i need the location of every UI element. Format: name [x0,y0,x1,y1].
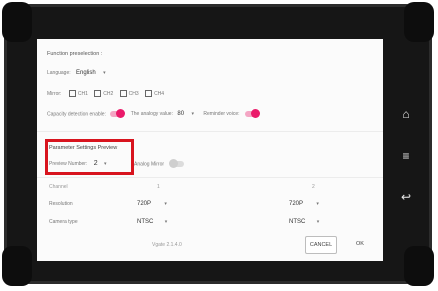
mirror-ch1-checkbox[interactable]: CH1 [68,90,88,97]
corner-bumper [2,246,32,286]
section-title-preselection: Function preselection : [47,51,103,57]
highlight-box [45,139,134,175]
chevron-down-icon[interactable]: ▾ [103,70,106,76]
toggle-knob [169,159,179,168]
corner-bumper [2,2,32,42]
mirror-ch4-checkbox[interactable]: CH4 [145,90,164,97]
tablet-frame: Function preselection : Language: Englis… [2,2,434,286]
version-text: Vgate 2.1.4.0 [152,242,182,248]
divider [37,177,383,178]
analog-mirror-label: Analog Mirror [134,161,165,168]
back-icon[interactable]: ↩ [396,190,416,204]
camera-type-select-2[interactable]: NTSC ▾ [289,219,319,225]
toggle-knob [116,109,126,118]
analog-mirror-row: Analog Mirror [134,159,185,168]
mirror-ch3-checkbox[interactable]: CH3 [119,90,139,97]
capacity-toggle[interactable] [110,109,126,118]
low-voltage-select[interactable]: 80 [177,111,184,117]
home-icon[interactable]: ⌂ [396,107,416,121]
reminder-label: Reminder voice: [203,111,240,118]
chevron-down-icon: ▾ [164,219,168,225]
checkbox-icon [119,90,127,97]
cancel-button[interactable]: CANCEL [305,236,337,254]
channel-header-label: Channel [49,184,68,190]
chevron-down-icon: ▾ [316,201,319,207]
reminder-toggle[interactable] [244,109,260,118]
app-screen: Function preselection : Language: Englis… [37,39,383,261]
channel-col-2: 2 [312,184,315,190]
resolution-select-1[interactable]: 720P ▾ [137,201,167,207]
ok-button[interactable]: OK [349,236,371,252]
channel-col-1: 1 [157,184,160,190]
resolution-label: Resolution [49,201,73,207]
camera-type-label: Camera type [49,219,78,225]
divider [37,131,383,132]
chevron-down-icon: ▾ [316,219,320,225]
checkbox-icon [94,90,102,97]
mirror-label: Mirror: [47,90,62,97]
capacity-label: Capacity detection enable: [47,111,106,118]
toggle-knob [250,109,260,118]
low-voltage-label: The analogy value: [130,111,173,118]
language-row: Language: English ▾ [47,70,106,76]
language-select[interactable]: English [76,70,96,76]
chevron-down-icon[interactable]: ▾ [191,111,194,117]
resolution-select-2[interactable]: 720P ▾ [289,201,319,207]
capacity-row: Capacity detection enable: The analogy v… [47,109,260,118]
chevron-down-icon: ▾ [164,201,167,207]
corner-bumper [404,2,434,42]
mirror-row: Mirror: CH1 CH2 CH3 CH4 [47,90,169,97]
checkbox-icon [145,90,153,97]
corner-bumper [404,246,434,286]
camera-type-select-1[interactable]: NTSC ▾ [137,219,167,225]
analog-mirror-toggle[interactable] [169,159,185,168]
language-label: Language: [47,70,71,76]
mirror-ch2-checkbox[interactable]: CH2 [94,90,113,97]
menu-icon[interactable]: ≡ [396,149,416,163]
checkbox-icon [68,90,76,97]
